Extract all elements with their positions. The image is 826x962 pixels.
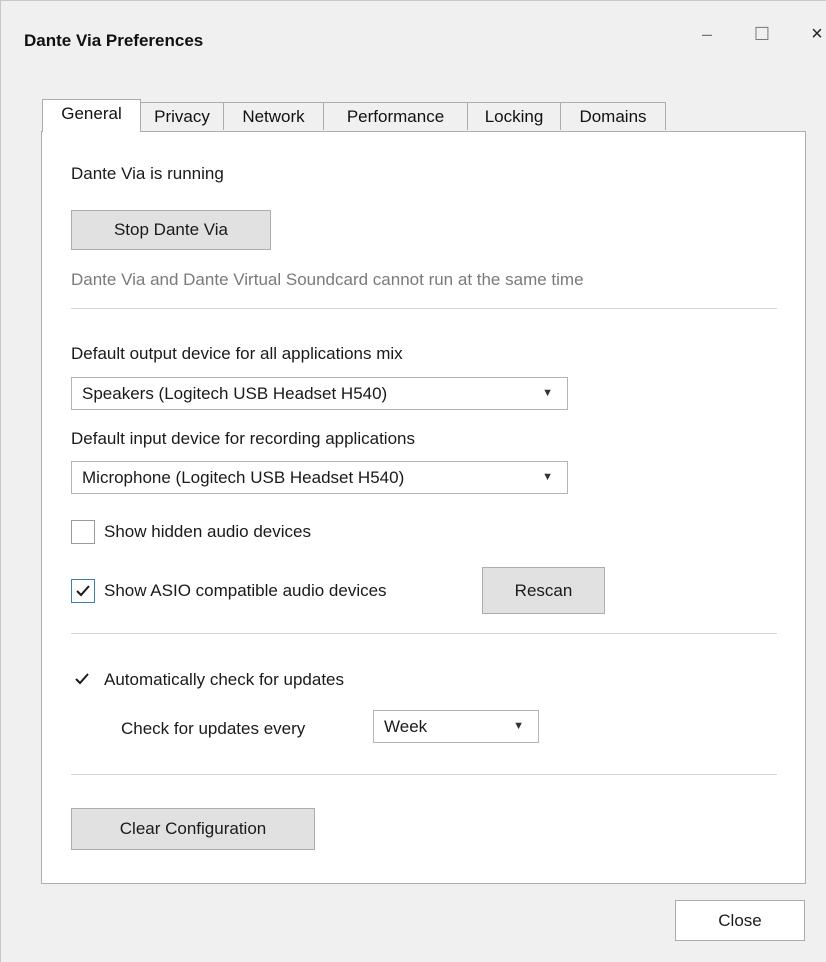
divider — [71, 774, 777, 775]
input-device-label: Default input device for recording appli… — [71, 429, 415, 448]
input-device-select[interactable]: Microphone (Logitech USB Headset H540) ▼ — [71, 461, 568, 494]
chevron-down-icon: ▼ — [542, 387, 553, 399]
show-asio-checkbox[interactable] — [71, 579, 95, 603]
show-hidden-checkbox[interactable] — [71, 520, 95, 544]
tab-domains[interactable]: Domains — [560, 102, 666, 130]
update-frequency-select[interactable]: Week ▼ — [373, 710, 539, 743]
show-asio-label: Show ASIO compatible audio devices — [104, 581, 387, 600]
maximize-button[interactable]: ☐ — [742, 19, 782, 49]
clear-configuration-button[interactable]: Clear Configuration — [71, 808, 315, 850]
stop-dante-via-button[interactable]: Stop Dante Via — [71, 210, 271, 250]
auto-update-checkbox[interactable] — [71, 668, 95, 692]
show-hidden-label: Show hidden audio devices — [104, 522, 311, 541]
status-text: Dante Via is running — [71, 164, 224, 183]
tab-network[interactable]: Network — [223, 102, 324, 130]
close-button[interactable]: Close — [675, 900, 805, 941]
divider — [71, 633, 777, 634]
output-device-value: Speakers (Logitech USB Headset H540) — [82, 384, 388, 403]
divider — [71, 308, 777, 309]
general-tab-panel: Dante Via is running Stop Dante Via Dant… — [41, 131, 806, 884]
output-device-label: Default output device for all applicatio… — [71, 344, 403, 363]
tab-general[interactable]: General — [42, 99, 141, 132]
tab-privacy[interactable]: Privacy — [140, 102, 224, 130]
input-device-value: Microphone (Logitech USB Headset H540) — [82, 468, 405, 487]
auto-update-label: Automatically check for updates — [104, 670, 345, 689]
minimize-button[interactable]: – — [687, 19, 727, 49]
conflict-note: Dante Via and Dante Virtual Soundcard ca… — [71, 270, 584, 289]
chevron-down-icon: ▼ — [513, 720, 524, 732]
checkmark-icon — [76, 585, 90, 597]
update-frequency-value: Week — [384, 717, 428, 736]
window-title: Dante Via Preferences — [24, 31, 204, 50]
output-device-select[interactable]: Speakers (Logitech USB Headset H540) ▼ — [71, 377, 568, 410]
title-bar: Dante Via Preferences – ☐ × — [1, 1, 826, 85]
close-window-button[interactable]: × — [797, 19, 826, 49]
preferences-window: Dante Via Preferences – ☐ × General Priv… — [0, 0, 826, 962]
tab-locking[interactable]: Locking — [467, 102, 561, 130]
update-frequency-label: Check for updates every — [121, 719, 306, 738]
rescan-button[interactable]: Rescan — [482, 567, 605, 614]
checkmark-icon — [75, 673, 89, 685]
chevron-down-icon: ▼ — [542, 471, 553, 483]
tab-performance[interactable]: Performance — [323, 102, 468, 130]
